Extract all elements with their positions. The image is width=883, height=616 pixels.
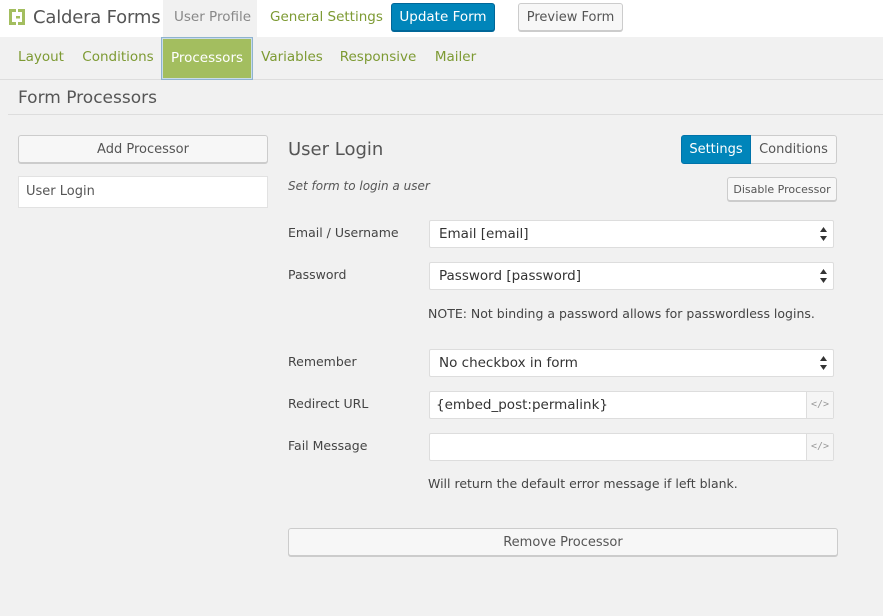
- caldera-logo-icon: [9, 9, 25, 25]
- remember-select-value: No checkbox in form: [439, 355, 578, 371]
- editor-tabs: Layout Conditions Processors Variables R…: [0, 37, 883, 80]
- password-note: NOTE: Not binding a password allows for …: [428, 306, 815, 321]
- general-settings-link[interactable]: General Settings: [259, 0, 394, 37]
- email-label: Email / Username: [288, 225, 399, 240]
- redirect-url-input[interactable]: {embed_post:permalink} </>: [429, 391, 834, 419]
- select-arrows-icon: [820, 269, 827, 283]
- caldera-logo[interactable]: Caldera Forms: [8, 5, 161, 29]
- tab-conditions[interactable]: Conditions: [80, 37, 156, 80]
- magic-tag-icon[interactable]: </>: [806, 392, 833, 418]
- tab-variables[interactable]: Variables: [258, 37, 326, 80]
- redirect-url-value: {embed_post:permalink}: [436, 397, 609, 413]
- select-arrows-icon: [820, 227, 827, 241]
- conditions-tab-button[interactable]: Conditions: [751, 135, 837, 164]
- email-select[interactable]: Email [email]: [429, 220, 834, 248]
- section-header: Form Processors: [8, 81, 883, 115]
- tab-mailer[interactable]: Mailer: [430, 37, 481, 80]
- processor-view-toggle: Settings Conditions: [681, 135, 837, 164]
- select-arrows-icon: [820, 356, 827, 370]
- top-header: Caldera Forms User Profile General Setti…: [0, 0, 883, 37]
- password-label: Password: [288, 267, 347, 282]
- password-select[interactable]: Password [password]: [429, 262, 834, 290]
- magic-tag-icon[interactable]: </>: [806, 434, 833, 460]
- current-form-link[interactable]: User Profile: [163, 0, 257, 37]
- logo-text: Caldera Forms: [33, 6, 161, 28]
- preview-form-button[interactable]: Preview Form: [518, 3, 623, 31]
- fail-message-label: Fail Message: [288, 438, 368, 453]
- tab-responsive[interactable]: Responsive: [338, 37, 418, 80]
- remember-label: Remember: [288, 354, 357, 369]
- remember-select[interactable]: No checkbox in form: [429, 349, 834, 377]
- update-form-button[interactable]: Update Form: [391, 3, 495, 31]
- add-processor-button[interactable]: Add Processor: [18, 135, 268, 163]
- processor-description: Set form to login a user: [288, 179, 430, 193]
- processor-title: User Login: [288, 139, 384, 160]
- processor-list-item[interactable]: User Login: [18, 176, 268, 208]
- page-title: Form Processors: [18, 88, 157, 108]
- password-select-value: Password [password]: [439, 268, 581, 284]
- redirect-url-label: Redirect URL: [288, 396, 369, 411]
- settings-tab-button[interactable]: Settings: [681, 135, 751, 164]
- disable-processor-button[interactable]: Disable Processor: [727, 177, 837, 201]
- fail-message-input[interactable]: </>: [429, 433, 834, 461]
- tab-processors[interactable]: Processors: [161, 37, 253, 80]
- remove-processor-button[interactable]: Remove Processor: [288, 528, 838, 556]
- email-select-value: Email [email]: [439, 226, 529, 242]
- fail-message-note: Will return the default error message if…: [428, 476, 738, 491]
- tab-layout[interactable]: Layout: [9, 37, 73, 80]
